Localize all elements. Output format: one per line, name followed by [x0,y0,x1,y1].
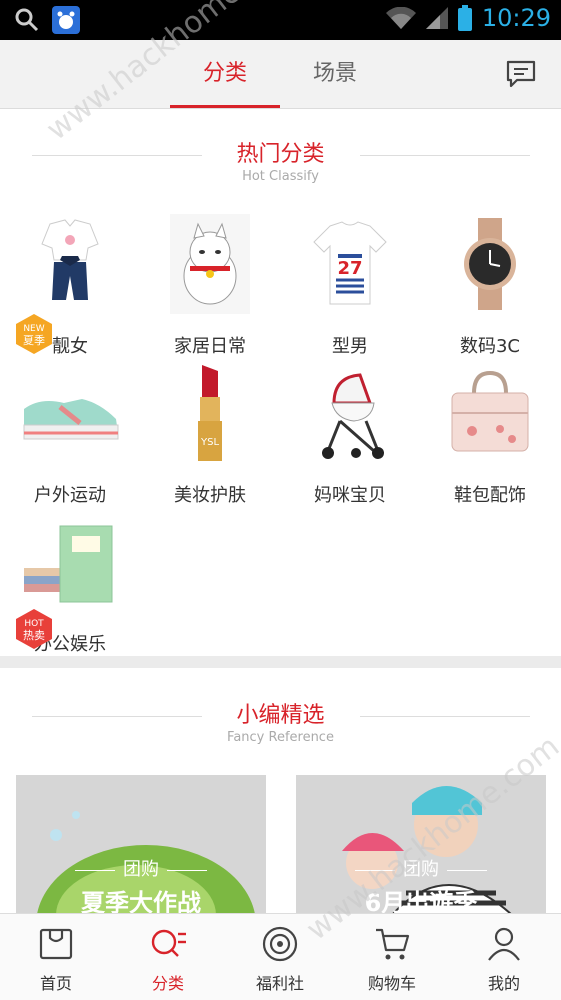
battery-icon [457,5,472,31]
category-baby[interactable]: 妈咪宝贝 [280,363,420,511]
promo-card-summer[interactable]: 团购 夏季大作战 [16,775,266,915]
category-label: 鞋包配饰 [454,485,526,506]
nav-label: 购物车 [367,974,416,993]
sneaker-image [23,399,119,440]
home-bag-icon [39,928,73,960]
category-bags[interactable]: 鞋包配饰 [420,363,560,511]
category-label: 家居日常 [174,336,246,357]
notebooks-image [24,525,113,603]
handbag-image [451,370,529,452]
category-men[interactable]: 27 型男 [280,214,420,362]
svg-text:NEW: NEW [23,324,44,334]
group-buy-tag: 团购 [16,855,266,881]
svg-text:HOT: HOT [24,619,44,629]
tab-category[interactable]: 分类 [170,40,280,108]
smartwatch-image [464,218,516,310]
nav-welfare[interactable]: 福利社 [224,914,336,1000]
nav-category[interactable]: 分类 [112,914,224,1000]
shopping-cart-icon [376,928,410,960]
tshirt-image: 27 [313,221,387,305]
tab-scene[interactable]: 场景 [280,40,390,108]
category-digital[interactable]: 数码3C [420,214,560,362]
nav-label: 分类 [151,974,184,993]
category-label: 妈咪宝贝 [314,485,386,506]
promo-title: 6月出遊季 [364,889,478,915]
wifi-icon [385,7,416,29]
svg-text:YSL: YSL [200,437,219,448]
user-profile-icon [488,927,520,961]
nav-label: 我的 [487,974,520,993]
message-icon[interactable] [505,58,537,90]
bottom-nav-bar: 首页 分类 福利社 购物车 我的 [0,913,561,1000]
category-label: 户外运动 [34,485,106,506]
category-search-icon [151,929,186,957]
nav-label: 首页 [39,974,72,993]
section-title: 热门分类 [236,142,325,167]
group-buy-tag: 团购 [296,855,546,881]
baidu-app-icon [52,6,80,34]
hot-classify-header: 热门分类 Hot Classify [0,141,561,185]
hot-sale-badge-icon: HOT热卖 [16,609,52,649]
stroller-image [322,373,384,459]
section-subtitle: Hot Classify [242,169,319,184]
svg-text:夏季: 夏季 [23,334,45,347]
section-subtitle: Fancy Reference [227,730,334,745]
category-outdoor[interactable]: 户外运动 [0,363,140,511]
nav-me[interactable]: 我的 [448,914,560,1000]
category-beauty[interactable]: YSL 美妆护肤 [140,363,280,511]
lucky-cat-image [170,214,250,314]
svg-text:热卖: 热卖 [23,629,45,642]
hot-classify-section: 热门分类 Hot Classify 靓女 NEW 夏季 家居日常 27 型男 数码… [0,109,561,656]
nav-home[interactable]: 首页 [0,914,112,1000]
lipstick-image: YSL [198,365,222,461]
new-summer-badge-icon: NEW夏季 [16,314,52,354]
status-bar: 10:29 [0,0,561,40]
category-home[interactable]: 家居日常 [140,214,280,362]
svg-text:27: 27 [337,258,362,279]
search-icon [15,8,39,32]
section-title: 小编精选 [236,703,325,728]
fancy-reference-header: 小编精选 Fancy Reference [0,702,561,746]
promo-title: 夏季大作战 [81,889,201,915]
clock: 10:29 [481,4,551,32]
category-label: 型男 [332,336,368,357]
promo-card-travel[interactable]: 团购 6月出遊季 [296,775,546,915]
nav-label: 福利社 [255,974,304,993]
signal-icon [425,7,448,29]
welfare-circle-icon [262,926,298,962]
top-tab-bar: 分类 场景 [0,40,561,109]
category-label: 数码3C [459,336,521,357]
nav-cart[interactable]: 购物车 [336,914,448,1000]
lady-outfit-image [41,219,99,300]
category-label: 美妆护肤 [174,485,246,506]
